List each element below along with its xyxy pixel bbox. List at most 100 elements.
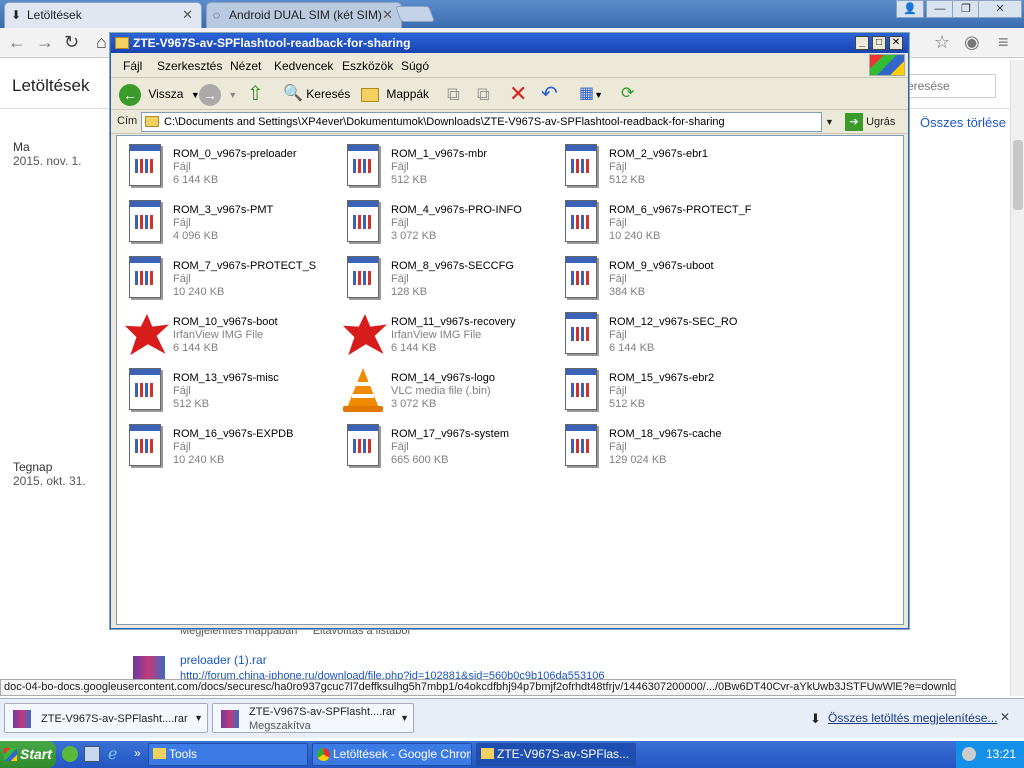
utorrent-icon[interactable] (62, 746, 78, 762)
irfanview-icon (343, 312, 387, 358)
menu-help[interactable]: Súgó (401, 59, 429, 73)
chevron-down-icon[interactable]: ▼ (821, 112, 837, 132)
system-tray: 13:21 (956, 741, 1024, 768)
maximize-button[interactable]: □ (872, 36, 886, 50)
file-name: ROM_0_v967s-preloader (173, 148, 297, 160)
address-input[interactable]: C:\Documents and Settings\XP4ever\Dokume… (141, 112, 837, 132)
delete-icon[interactable]: ✕ (509, 81, 527, 107)
extension-icon[interactable]: ◉ (964, 32, 980, 53)
folders-button[interactable]: Mappák (361, 81, 429, 107)
file-name: ROM_17_v967s-system (391, 428, 509, 440)
taskbar-tools[interactable]: Tools (148, 743, 308, 766)
close-button[interactable]: ✕ (889, 36, 903, 50)
close-window-button[interactable]: ✕ (978, 0, 1022, 18)
star-icon[interactable]: ☆ (934, 32, 950, 53)
home-icon[interactable]: ⌂ (96, 32, 107, 53)
chevron-down-icon[interactable]: ▼ (194, 712, 203, 725)
copy-to-icon[interactable]: ⧉ (477, 81, 490, 107)
tray-icon[interactable] (962, 747, 976, 761)
download-chip[interactable]: ZTE-V967S-av-SPFlasht....rar ▼ (4, 703, 208, 733)
chevron-right-icon[interactable]: » (134, 746, 141, 760)
refresh-icon[interactable]: ⟳ (621, 81, 634, 107)
user-icon[interactable]: 👤 (896, 0, 924, 18)
go-button[interactable]: ➔ Ugrás (845, 113, 895, 132)
restore-button[interactable]: ❐ (952, 0, 980, 18)
show-all-downloads-link[interactable]: Összes letöltés megjelenítése... (828, 711, 997, 725)
file-item[interactable]: ROM_8_v967s-SECCFG Fájl 128 KB (339, 252, 549, 304)
download-item-name[interactable]: preloader (1).rar (180, 653, 267, 667)
menu-tools[interactable]: Eszközök (342, 59, 393, 73)
search-button[interactable]: 🔍 Keresés (283, 81, 350, 107)
window-titlebar[interactable]: ZTE-V967S-av-SPFlashtool-readback-for-sh… (111, 34, 908, 53)
close-icon[interactable]: ✕ (382, 3, 393, 27)
download-chip[interactable]: ZTE-V967S-av-SPFlasht....rar Megszakítva… (212, 703, 414, 733)
up-folder-icon[interactable]: ⇧ (247, 81, 264, 107)
generic-file-icon (125, 256, 165, 302)
back-button[interactable]: ← Vissza ▼ (119, 81, 200, 107)
generic-file-icon (125, 200, 165, 246)
file-size: 6 144 KB (173, 342, 219, 354)
file-item[interactable]: ROM_7_v967s-PROTECT_S Fájl 10 240 KB (121, 252, 331, 304)
minimize-button[interactable]: — (926, 0, 954, 18)
file-item[interactable]: ROM_6_v967s-PROTECT_F Fájl 10 240 KB (557, 196, 767, 248)
tab-android-dual-sim[interactable]: ◌ Android DUAL SIM (két SIM) ✕ (206, 2, 402, 28)
file-item[interactable]: ROM_9_v967s-uboot Fájl 384 KB (557, 252, 767, 304)
file-item[interactable]: ROM_2_v967s-ebr1 Fájl 512 KB (557, 140, 767, 192)
file-item[interactable]: ROM_1_v967s-mbr Fájl 512 KB (339, 140, 549, 192)
taskbar-chrome[interactable]: Letöltések - Google Chrome (312, 743, 472, 766)
minimize-button[interactable]: _ (855, 36, 869, 50)
close-icon[interactable]: ✕ (182, 3, 193, 27)
file-name: ROM_10_v967s-boot (173, 316, 278, 328)
menu-view[interactable]: Nézet (230, 59, 261, 73)
status-url: doc-04-bo-docs.googleusercontent.com/doc… (0, 679, 956, 696)
file-item[interactable]: ROM_14_v967s-logo VLC media file (.bin) 3 … (339, 364, 549, 416)
file-item[interactable]: ROM_12_v967s-SEC_RO Fájl 6 144 KB (557, 308, 767, 360)
download-arrow-icon: ⬇ (810, 711, 821, 726)
forward-arrow-icon[interactable]: → (36, 32, 54, 53)
menu-icon[interactable]: ≡ (998, 32, 1009, 53)
search-input[interactable] (898, 74, 996, 98)
file-type: Fájl (173, 217, 191, 229)
reload-icon[interactable]: ↻ (64, 32, 79, 53)
file-name: ROM_8_v967s-SECCFG (391, 260, 514, 272)
file-type: Fájl (173, 385, 191, 397)
file-item[interactable]: ROM_13_v967s-misc Fájl 512 KB (121, 364, 331, 416)
menu-favorites[interactable]: Kedvencek (274, 59, 333, 73)
menu-edit[interactable]: Szerkesztés (157, 59, 222, 73)
search-label: Keresés (306, 87, 351, 101)
forward-button[interactable]: → ▼ (199, 81, 237, 107)
file-type: Fájl (391, 161, 409, 173)
file-item[interactable]: ROM_3_v967s-PMT Fájl 4 096 KB (121, 196, 331, 248)
file-item[interactable]: ROM_10_v967s-boot IrfanView IMG File 6 144… (121, 308, 331, 360)
file-item[interactable]: ROM_11_v967s-recovery IrfanView IMG File 6… (339, 308, 549, 360)
start-button[interactable]: Start (0, 741, 56, 768)
file-item[interactable]: ROM_15_v967s-ebr2 Fájl 512 KB (557, 364, 767, 416)
page-scrollbar[interactable] (1010, 60, 1024, 696)
move-to-icon[interactable]: ⧉ (447, 81, 460, 107)
folder-icon (145, 116, 159, 127)
menu-file[interactable]: Fájl (123, 59, 142, 73)
file-type: IrfanView IMG File (391, 329, 482, 341)
chevron-down-icon[interactable]: ▼ (400, 712, 409, 725)
file-item[interactable]: ROM_0_v967s-preloader Fájl 6 144 KB (121, 140, 331, 192)
views-icon[interactable]: ▦▼ (579, 81, 603, 107)
undo-icon[interactable]: ↶ (541, 81, 558, 107)
taskbar-explorer[interactable]: ZTE-V967S-av-SPFlas... (476, 743, 636, 766)
generic-file-icon (561, 424, 601, 470)
tab-label: Letöltések (27, 8, 82, 22)
taskbar: Start ℯ » Tools Letöltések - Google Chro… (0, 741, 1024, 768)
file-item[interactable]: ROM_4_v967s-PRO-INFO Fájl 3 072 KB (339, 196, 549, 248)
file-size: 10 240 KB (173, 286, 225, 298)
search-icon: 🔍 (283, 85, 303, 102)
tab-downloads[interactable]: ⬇ Letöltések ✕ (4, 2, 202, 28)
close-icon[interactable]: ✕ (1000, 710, 1010, 724)
clear-all-link[interactable]: Összes törlése (920, 115, 1006, 130)
quicklaunch-app-icon[interactable] (84, 746, 100, 762)
menu-bar: Fájl Szerkesztés Nézet Kedvencek Eszközö… (111, 53, 908, 78)
file-item[interactable]: ROM_18_v967s-cache Fájl 129 024 KB (557, 420, 767, 472)
ie-icon[interactable]: ℯ (108, 744, 117, 764)
file-item[interactable]: ROM_17_v967s-system Fájl 665 600 KB (339, 420, 549, 472)
back-arrow-icon[interactable]: ← (8, 32, 26, 53)
file-item[interactable]: ROM_16_v967s-EXPDB Fájl 10 240 KB (121, 420, 331, 472)
new-tab-button[interactable] (395, 6, 435, 22)
